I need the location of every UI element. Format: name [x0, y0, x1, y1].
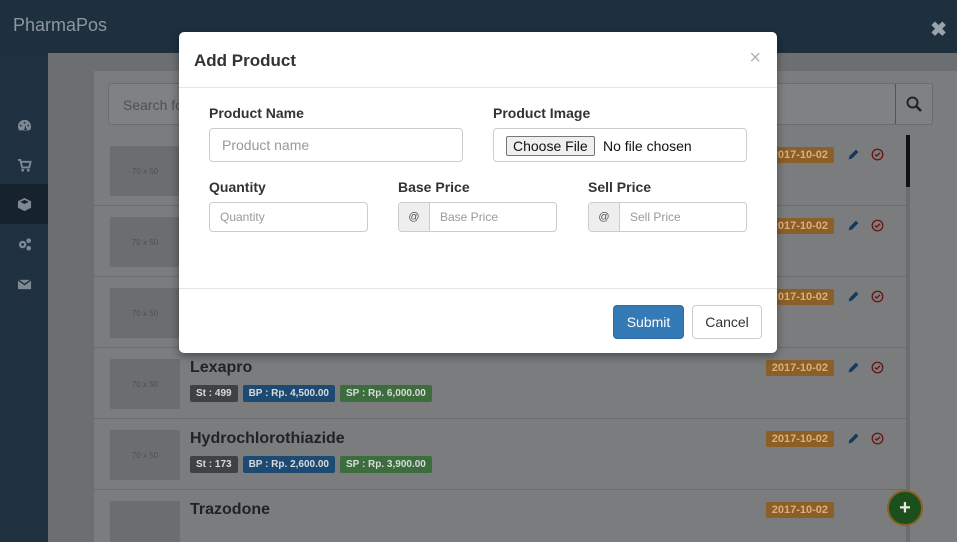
quantity-placeholder: Quantity [220, 210, 265, 224]
product-name-placeholder: Product name [222, 137, 310, 153]
sidebar [0, 53, 48, 542]
list-item[interactable]: 70 x 50 Lexapro St : 499 BP : Rp. 4,500.… [94, 348, 906, 419]
date-badge: 2017-10-02 [765, 502, 834, 518]
product-name-input[interactable]: Product name [209, 128, 463, 162]
search-icon [906, 96, 922, 112]
list-item[interactable]: Trazodone 2017-10-02 [94, 490, 906, 542]
pencil-icon[interactable] [847, 148, 860, 161]
check-circle-icon[interactable] [871, 290, 884, 303]
sell-price-badge: SP : Rp. 6,000.00 [340, 385, 432, 402]
pencil-icon[interactable] [847, 290, 860, 303]
product-badges: St : 499 BP : Rp. 4,500.00 SP : Rp. 6,00… [190, 385, 432, 402]
sell-price-label: Sell Price [588, 179, 652, 195]
search-placeholder: Search fo [123, 97, 183, 113]
sidebar-item-messages[interactable] [0, 264, 48, 304]
product-image-input[interactable]: Choose File No file chosen [493, 128, 747, 162]
dashboard-icon [17, 119, 31, 131]
modal-title: Add Product [194, 51, 296, 70]
stock-badge: St : 173 [190, 456, 238, 473]
base-price-addon: @ [399, 203, 430, 231]
check-circle-icon[interactable] [871, 361, 884, 374]
quantity-label: Quantity [209, 179, 266, 195]
product-thumbnail: 70 x 50 [110, 146, 180, 196]
pencil-icon[interactable] [847, 219, 860, 232]
envelope-icon [17, 278, 31, 289]
base-price-badge: BP : Rp. 4,500.00 [242, 385, 335, 402]
base-price-placeholder: Base Price [440, 210, 499, 224]
base-price-input[interactable]: @ Base Price [398, 202, 557, 232]
check-circle-icon[interactable] [871, 219, 884, 232]
check-circle-icon[interactable] [871, 432, 884, 445]
date-badge: 2017-10-02 [765, 431, 834, 447]
modal-header: Add Product × [179, 32, 777, 88]
check-circle-icon[interactable] [871, 148, 884, 161]
file-status: No file chosen [603, 138, 692, 154]
product-name: Lexapro [190, 359, 253, 376]
add-product-fab[interactable]: + [887, 490, 923, 526]
modal-close-button[interactable]: × [749, 47, 761, 70]
date-badge: 2017-10-02 [765, 360, 834, 376]
cancel-button[interactable]: Cancel [692, 305, 762, 339]
cart-icon [17, 158, 32, 172]
box-icon [17, 197, 31, 211]
product-name-label: Product Name [209, 105, 304, 121]
scrollbar[interactable] [906, 135, 910, 542]
cogs-icon [18, 237, 31, 251]
list-item[interactable]: 70 x 50 Hydrochlorothiazide St : 173 BP … [94, 419, 906, 490]
product-thumbnail: 70 x 50 [110, 430, 180, 480]
product-name: Hydrochlorothiazide [190, 430, 345, 447]
base-price-badge: BP : Rp. 2,600.00 [242, 456, 335, 473]
add-product-modal: Add Product × Product Name Product name … [179, 32, 777, 353]
close-icon[interactable]: ✖ [930, 17, 947, 42]
sidebar-item-settings[interactable] [0, 224, 48, 264]
product-thumbnail: 70 x 50 [110, 288, 180, 338]
sidebar-item-dashboard[interactable] [0, 105, 48, 145]
product-name: Trazodone [190, 501, 271, 518]
base-price-label: Base Price [398, 179, 470, 195]
app-title[interactable]: PharmaPos [13, 15, 107, 36]
sidebar-item-cart[interactable] [0, 145, 48, 185]
sidebar-item-products[interactable] [0, 184, 48, 224]
product-thumbnail: 70 x 50 [110, 217, 180, 267]
search-button[interactable] [895, 83, 933, 125]
submit-button[interactable]: Submit [613, 305, 684, 339]
product-badges: St : 173 BP : Rp. 2,600.00 SP : Rp. 3,90… [190, 456, 432, 473]
sell-price-placeholder: Sell Price [630, 210, 681, 224]
modal-footer: Submit Cancel [179, 288, 777, 353]
product-thumbnail [110, 501, 180, 542]
product-thumbnail: 70 x 50 [110, 359, 180, 409]
scrollbar-thumb[interactable] [906, 135, 910, 187]
sell-price-input[interactable]: @ Sell Price [588, 202, 747, 232]
stock-badge: St : 499 [190, 385, 238, 402]
product-image-label: Product Image [493, 105, 591, 121]
quantity-input[interactable]: Quantity [209, 202, 368, 232]
choose-file-button[interactable]: Choose File [506, 136, 595, 156]
pencil-icon[interactable] [847, 432, 860, 445]
sell-price-addon: @ [589, 203, 620, 231]
sell-price-badge: SP : Rp. 3,900.00 [340, 456, 432, 473]
pencil-icon[interactable] [847, 361, 860, 374]
